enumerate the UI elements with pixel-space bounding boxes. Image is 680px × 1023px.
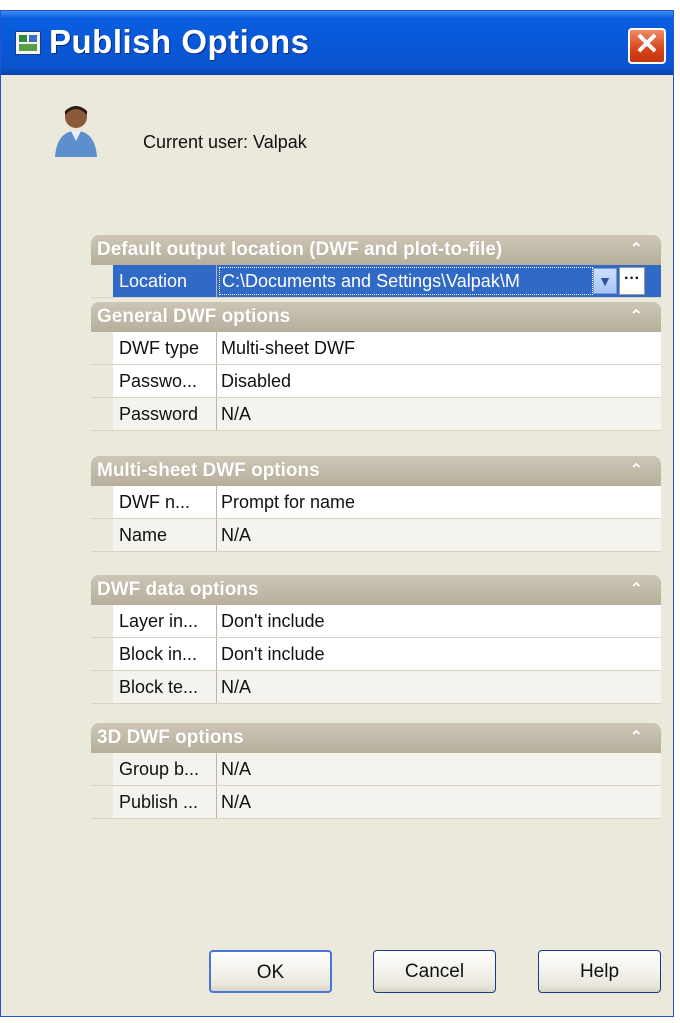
property-name: Passwo... (113, 365, 217, 397)
property-value[interactable]: Don't include (217, 605, 661, 637)
property-value[interactable]: N/A (217, 398, 661, 430)
section-header[interactable]: Multi-sheet DWF options ⌃ (91, 456, 661, 486)
property-name: Group b... (113, 753, 217, 785)
property-value[interactable]: N/A (217, 519, 661, 551)
section-title: 3D DWF options (97, 727, 244, 748)
section-general-dwf: General DWF options ⌃ DWF type Multi-she… (91, 302, 661, 431)
browse-button[interactable]: ··· (619, 267, 645, 295)
property-row[interactable]: Publish ... N/A (91, 786, 661, 819)
property-row[interactable]: Block te... N/A (91, 671, 661, 704)
property-row[interactable]: DWF n... Prompt for name (91, 486, 661, 519)
section-3d-dwf: 3D DWF options ⌃ Group b... N/A Publish … (91, 723, 661, 819)
location-field[interactable]: C:\Documents and Settings\Valpak\M (219, 267, 593, 295)
collapse-icon[interactable]: ⌃ (630, 456, 643, 486)
property-row[interactable]: DWF type Multi-sheet DWF (91, 332, 661, 365)
location-combobox[interactable]: C:\Documents and Settings\Valpak\M ▼ ··· (217, 265, 661, 297)
section-header[interactable]: DWF data options ⌃ (91, 575, 661, 605)
property-row[interactable]: Group b... N/A (91, 753, 661, 786)
property-row[interactable]: Layer in... Don't include (91, 605, 661, 638)
property-row[interactable]: Name N/A (91, 519, 661, 552)
property-name: Layer in... (113, 605, 217, 637)
section-header[interactable]: 3D DWF options ⌃ (91, 723, 661, 753)
section-title: Multi-sheet DWF options (97, 460, 320, 481)
section-output-location: Default output location (DWF and plot-to… (91, 235, 661, 298)
close-icon[interactable]: ✕ (628, 28, 666, 64)
dialog-title: Publish Options (49, 23, 310, 60)
collapse-icon[interactable]: ⌃ (630, 235, 643, 265)
dialog-content: Current user: Valpak Default output loca… (1, 75, 673, 1016)
collapse-icon[interactable]: ⌃ (630, 575, 643, 605)
collapse-icon[interactable]: ⌃ (630, 723, 643, 753)
section-title: General DWF options (97, 306, 291, 327)
property-value[interactable]: N/A (217, 671, 661, 703)
section-title: DWF data options (97, 579, 259, 600)
title-bar: Publish Options ✕ (1, 11, 673, 75)
property-row-location[interactable]: Location C:\Documents and Settings\Valpa… (91, 265, 661, 298)
chevron-down-icon[interactable]: ▼ (593, 268, 617, 294)
property-name: Block in... (113, 638, 217, 670)
property-value[interactable]: Disabled (217, 365, 661, 397)
section-multisheet-dwf: Multi-sheet DWF options ⌃ DWF n... Promp… (91, 456, 661, 552)
property-row[interactable]: Block in... Don't include (91, 638, 661, 671)
current-user-label: Current user: Valpak (143, 132, 307, 152)
publish-app-icon (15, 31, 41, 55)
property-name: Name (113, 519, 217, 551)
property-value[interactable]: Multi-sheet DWF (217, 332, 661, 364)
property-value[interactable]: N/A (217, 753, 661, 785)
publish-options-dialog: Publish Options ✕ Current user: Valpak D… (0, 10, 674, 1017)
property-name: Block te... (113, 671, 217, 703)
collapse-icon[interactable]: ⌃ (630, 302, 643, 332)
cancel-button[interactable]: Cancel (373, 950, 496, 993)
property-name: Password (113, 398, 217, 430)
property-value[interactable]: Prompt for name (217, 486, 661, 518)
help-button[interactable]: Help (538, 950, 661, 993)
property-row[interactable]: Password N/A (91, 398, 661, 431)
section-title: Default output location (DWF and plot-to… (97, 239, 503, 260)
property-name: Location (113, 265, 217, 297)
property-name: DWF n... (113, 486, 217, 518)
section-header[interactable]: Default output location (DWF and plot-to… (91, 235, 661, 265)
section-header[interactable]: General DWF options ⌃ (91, 302, 661, 332)
section-dwf-data: DWF data options ⌃ Layer in... Don't inc… (91, 575, 661, 704)
property-value[interactable]: N/A (217, 786, 661, 818)
ok-button[interactable]: OK (209, 950, 332, 993)
property-value[interactable]: Don't include (217, 638, 661, 670)
property-name: Publish ... (113, 786, 217, 818)
property-name: DWF type (113, 332, 217, 364)
property-row[interactable]: Passwo... Disabled (91, 365, 661, 398)
user-icon (51, 101, 101, 161)
